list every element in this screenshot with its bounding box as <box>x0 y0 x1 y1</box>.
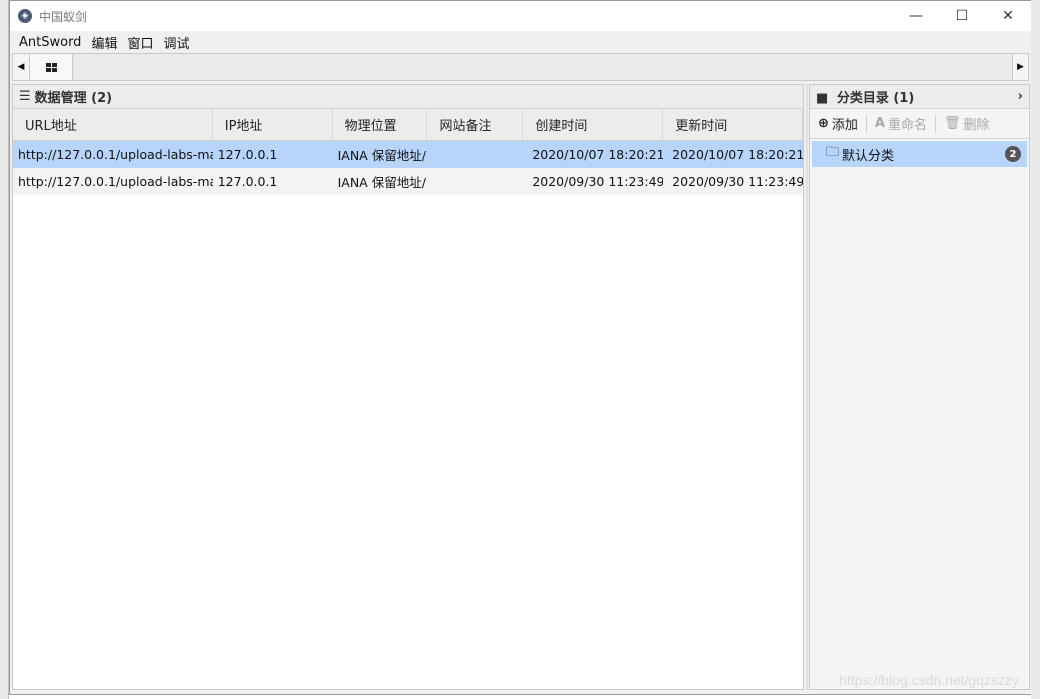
category-count-badge: 2 <box>1005 146 1021 162</box>
collapse-chevron-icon[interactable]: › <box>1018 89 1023 104</box>
menu-debug[interactable]: 调试 <box>158 33 194 52</box>
cell-url: http://127.0.0.1/upload-labs-mast <box>18 147 213 162</box>
cell-created: 2020/10/07 18:20:21 <box>532 147 664 162</box>
rename-category-button[interactable]: A 重命名 <box>867 113 935 135</box>
delete-label: 删除 <box>963 118 990 133</box>
main-area: ☰ 数据管理 (2) URL地址 IP地址 物理位置 网站备注 创建时间 更新时… <box>10 82 1031 694</box>
tab-scroll-right-icon[interactable]: ▶ <box>1012 54 1028 80</box>
column-header-url[interactable]: URL地址 <box>13 109 213 140</box>
category-panel: ■ 分类目录 (1) › ⊕ 添加 A 重命名 🗑 删除 🗀 默认分类 2 <box>809 84 1030 690</box>
folder-filled-icon: ■ <box>816 91 829 106</box>
panel-splitter[interactable] <box>806 84 808 690</box>
column-header-updated[interactable]: 更新时间 <box>663 109 804 140</box>
app-logo-icon: ◈ <box>18 9 32 23</box>
category-panel-title: 分类目录 (1) <box>836 91 915 106</box>
cell-note <box>427 141 523 168</box>
folder-icon: 🗀 <box>826 145 840 160</box>
tab-home[interactable] <box>29 54 73 80</box>
tab-strip: ◀ ▶ <box>12 53 1029 81</box>
font-icon: A <box>874 116 885 131</box>
desktop-background-left <box>0 0 9 699</box>
column-header-location[interactable]: 物理位置 <box>333 109 428 140</box>
category-label: 默认分类 <box>842 148 895 164</box>
column-header-note[interactable]: 网站备注 <box>427 109 524 140</box>
cell-location: IANA 保留地址/ <box>337 148 426 163</box>
menu-bar: AntSword 编辑 窗口 调试 <box>10 31 1031 53</box>
cell-created: 2020/09/30 11:23:49 <box>532 174 664 189</box>
watermark-text: https://blog.csdn.net/gqzszzy <box>839 672 1019 688</box>
add-category-button[interactable]: ⊕ 添加 <box>810 113 866 135</box>
cell-url: http://127.0.0.1/upload-labs-mast <box>18 174 213 189</box>
cell-updated: 2020/09/30 11:23:49 <box>672 174 803 189</box>
cell-location: IANA 保留地址/ <box>337 175 426 190</box>
title-bar[interactable]: ◈ 中国蚁剑 — ☐ ✕ <box>10 1 1031 31</box>
data-management-panel: ☰ 数据管理 (2) URL地址 IP地址 物理位置 网站备注 创建时间 更新时… <box>12 84 804 690</box>
delete-category-button[interactable]: 🗑 删除 <box>936 113 998 135</box>
menu-edit[interactable]: 编辑 <box>86 33 122 52</box>
menu-antsword[interactable]: AntSword <box>14 35 86 50</box>
add-label: 添加 <box>831 118 858 133</box>
menu-window[interactable]: 窗口 <box>122 33 158 52</box>
rename-label: 重命名 <box>887 118 927 133</box>
category-panel-header: ■ 分类目录 (1) › <box>810 85 1029 109</box>
tab-scroll-left-icon[interactable]: ◀ <box>13 54 29 80</box>
close-button[interactable]: ✕ <box>985 1 1031 31</box>
table-row[interactable]: http://127.0.0.1/upload-labs-mast 127.0.… <box>13 141 803 168</box>
table-row[interactable]: http://127.0.0.1/upload-labs-mast 127.0.… <box>13 168 803 195</box>
cell-updated: 2020/10/07 18:20:21 <box>672 147 803 162</box>
cell-note <box>427 168 523 195</box>
window-title: 中国蚁剑 <box>39 9 88 24</box>
list-icon: ☰ <box>19 89 31 104</box>
maximize-button[interactable]: ☐ <box>939 1 985 31</box>
category-item-default[interactable]: 🗀 默认分类 2 <box>812 141 1027 167</box>
column-header-created[interactable]: 创建时间 <box>523 109 664 140</box>
cell-ip: 127.0.0.1 <box>217 174 278 189</box>
trash-icon: 🗑 <box>944 116 961 131</box>
data-panel-header: ☰ 数据管理 (2) <box>13 85 803 109</box>
antsword-window: ◈ 中国蚁剑 — ☐ ✕ AntSword 编辑 窗口 调试 ◀ ▶ ☰ 数据管… <box>9 0 1032 695</box>
plus-circle-icon: ⊕ <box>818 116 829 131</box>
category-toolbar: ⊕ 添加 A 重命名 🗑 删除 <box>810 109 1029 139</box>
desktop-background-right <box>1031 0 1040 699</box>
minimize-button[interactable]: — <box>893 1 939 31</box>
cell-ip: 127.0.0.1 <box>217 147 278 162</box>
data-panel-title: 数据管理 (2) <box>34 91 113 106</box>
column-header-ip[interactable]: IP地址 <box>213 109 333 140</box>
table-header: URL地址 IP地址 物理位置 网站备注 创建时间 更新时间 <box>13 109 804 141</box>
grid-icon <box>45 62 57 72</box>
